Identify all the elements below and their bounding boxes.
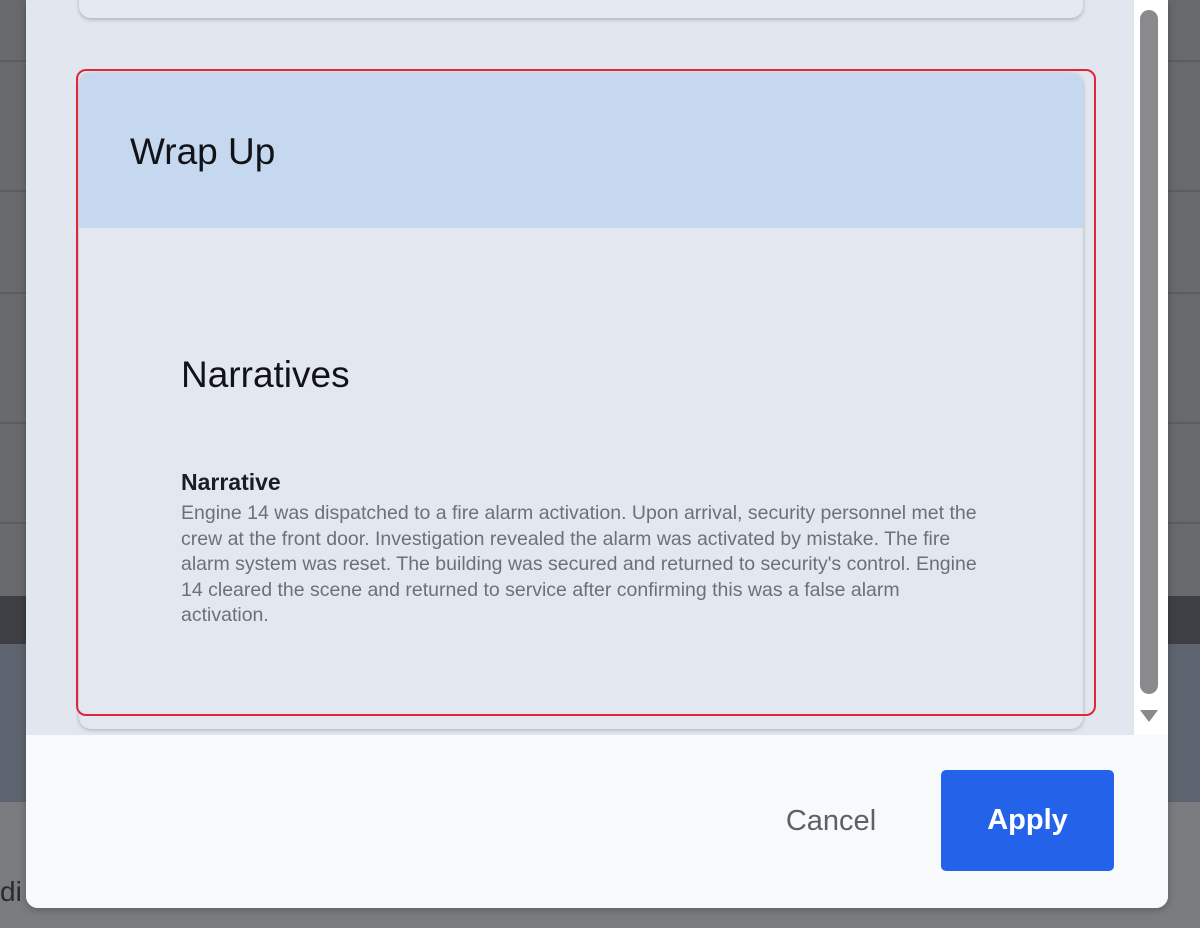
modal-dialog: Wrap Up Narratives Narrative Engine 14 w… bbox=[26, 0, 1168, 908]
scroll-down-arrow-icon[interactable] bbox=[1140, 710, 1158, 722]
modal-scroll-area[interactable]: Wrap Up Narratives Narrative Engine 14 w… bbox=[26, 0, 1134, 735]
wrap-up-card: Wrap Up Narratives Narrative Engine 14 w… bbox=[79, 73, 1083, 729]
section-title: Narratives bbox=[181, 354, 350, 395]
card-title: Wrap Up bbox=[130, 131, 276, 172]
scrollbar[interactable] bbox=[1134, 0, 1168, 735]
modal-footer: Cancel Apply bbox=[26, 735, 1168, 908]
card-header: Wrap Up bbox=[79, 73, 1083, 228]
background-partial-text: di bbox=[0, 876, 22, 907]
narrative-label: Narrative bbox=[181, 469, 281, 495]
cancel-button[interactable]: Cancel bbox=[761, 771, 901, 871]
narrative-text: Engine 14 was dispatched to a fire alarm… bbox=[181, 502, 977, 627]
previous-card bbox=[79, 0, 1083, 18]
apply-button[interactable]: Apply bbox=[941, 770, 1114, 871]
scrollbar-thumb[interactable] bbox=[1140, 10, 1158, 694]
